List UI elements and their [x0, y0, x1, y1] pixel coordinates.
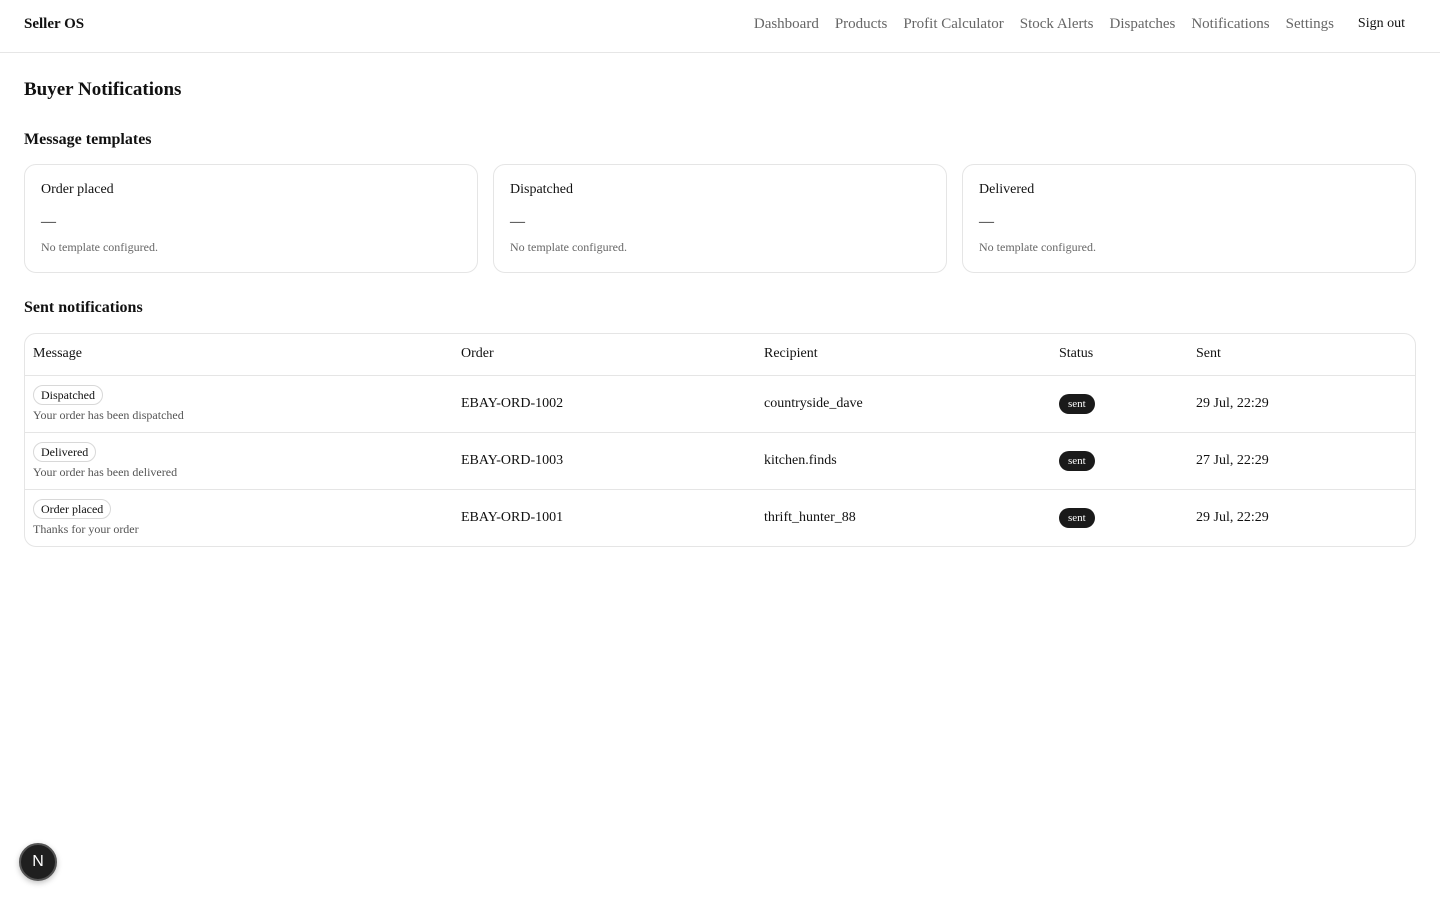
status-badge: sent	[1059, 507, 1095, 528]
table-row: Dispatched Your order has been dispatche…	[25, 375, 1415, 432]
nav-link-dashboard[interactable]: Dashboard	[754, 16, 819, 33]
message-cell: Delivered Your order has been delivered	[25, 432, 453, 489]
status-cell: sent	[1051, 375, 1188, 432]
template-card-delivered[interactable]: Delivered — No template configured.	[962, 164, 1416, 273]
nav-link-notifications[interactable]: Notifications	[1191, 16, 1269, 33]
nav-link-settings[interactable]: Settings	[1286, 16, 1334, 33]
template-card-value: —	[979, 214, 994, 230]
message-text: Your order has been delivered	[33, 464, 178, 479]
template-card-title: Delivered	[979, 182, 1035, 197]
message-cell: Dispatched Your order has been dispatche…	[25, 375, 453, 432]
message-type-badge: Dispatched	[33, 384, 103, 405]
sent-time-cell: 27 Jul, 22:29	[1196, 452, 1269, 468]
status-badge: sent	[1059, 450, 1095, 471]
table-row: Delivered Your order has been delivered …	[25, 432, 1415, 489]
nextjs-logo-icon[interactable]: N	[19, 843, 57, 881]
top-navigation-bar: Seller OS Dashboard Products Profit Calc…	[0, 0, 1440, 53]
template-card-note: No template configured.	[41, 240, 158, 254]
table-header-row: Message Order Recipient Status Sent	[25, 334, 1415, 376]
templates-section-title: Message templates	[24, 131, 152, 148]
table-row: Order placed Thanks for your order EBAY-…	[25, 489, 1415, 546]
status-cell: sent	[1051, 432, 1188, 489]
column-header-order: Order	[453, 334, 756, 376]
nav-link-profit-calculator[interactable]: Profit Calculator	[903, 16, 1003, 33]
sent-notifications-table: Message Order Recipient Status Sent Disp…	[24, 333, 1416, 547]
recipient-cell: kitchen.finds	[764, 452, 837, 468]
column-header-recipient: Recipient	[756, 334, 1051, 376]
column-header-sent: Sent	[1188, 334, 1415, 376]
page-title: Buyer Notifications	[24, 79, 182, 100]
nav-link-dispatches[interactable]: Dispatches	[1110, 16, 1176, 33]
status-badge: sent	[1059, 393, 1095, 414]
nav-link-products[interactable]: Products	[835, 16, 888, 33]
message-type-badge: Delivered	[33, 441, 97, 462]
status-cell: sent	[1051, 489, 1188, 546]
main-nav: Dashboard Products Profit Calculator Sto…	[754, 16, 1334, 33]
sent-time-cell: 29 Jul, 22:29	[1196, 509, 1269, 525]
template-card-dispatched[interactable]: Dispatched — No template configured.	[493, 164, 947, 273]
order-cell: EBAY-ORD-1003	[461, 452, 564, 468]
template-cards: Order placed — No template configured. D…	[24, 164, 1416, 273]
recipient-cell: countryside_dave	[764, 395, 863, 411]
order-cell: EBAY-ORD-1001	[461, 509, 564, 525]
sent-section-title: Sent notifications	[24, 299, 143, 316]
template-card-order-placed[interactable]: Order placed — No template configured.	[24, 164, 478, 273]
message-text: Thanks for your order	[33, 521, 139, 536]
order-cell: EBAY-ORD-1002	[461, 395, 564, 411]
recipient-cell: thrift_hunter_88	[764, 509, 856, 525]
template-card-title: Order placed	[41, 182, 114, 197]
template-card-note: No template configured.	[510, 240, 627, 254]
message-type-badge: Order placed	[33, 498, 112, 519]
sign-out-button[interactable]: Sign out	[1358, 16, 1405, 32]
nav-link-stock-alerts[interactable]: Stock Alerts	[1020, 16, 1094, 33]
template-card-note: No template configured.	[979, 240, 1096, 254]
sent-time-cell: 29 Jul, 22:29	[1196, 395, 1269, 411]
brand-logo[interactable]: Seller OS	[24, 16, 84, 33]
template-card-value: —	[510, 214, 525, 230]
column-header-status: Status	[1051, 334, 1188, 376]
message-cell: Order placed Thanks for your order	[25, 489, 453, 546]
column-header-message: Message	[25, 334, 453, 376]
template-card-title: Dispatched	[510, 182, 573, 197]
template-card-value: —	[41, 214, 56, 230]
message-text: Your order has been dispatched	[33, 407, 184, 422]
